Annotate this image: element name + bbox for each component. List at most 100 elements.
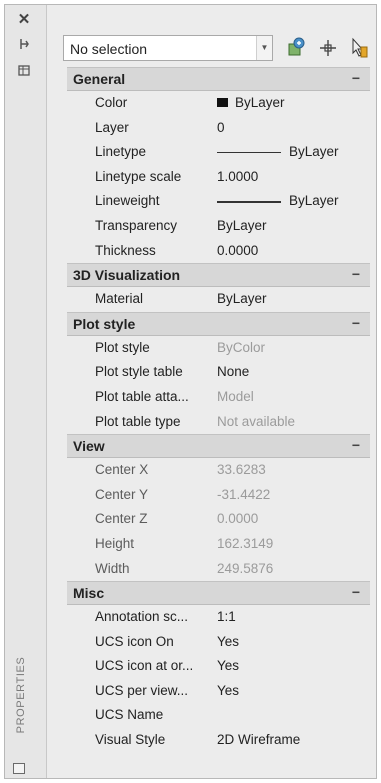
quick-select-icon[interactable]: [345, 35, 371, 61]
object-selector-dropdown[interactable]: No selection ▼: [63, 35, 273, 61]
property-value-text: None: [217, 364, 250, 380]
toggle-pickadd-icon[interactable]: [283, 35, 309, 61]
property-value[interactable]: 0.0000: [217, 507, 258, 532]
property-name: Material: [95, 291, 144, 307]
property-value-text: 162.3149: [217, 535, 274, 551]
property-value[interactable]: Yes: [217, 630, 239, 655]
property-value-text: ByLayer: [235, 95, 285, 110]
property-value[interactable]: ByLayer: [217, 189, 339, 214]
property-value[interactable]: Model: [217, 385, 254, 410]
property-row[interactable]: UCS icon at or... Yes: [67, 654, 370, 679]
property-value[interactable]: Not available: [217, 410, 295, 435]
property-name: Height: [95, 535, 135, 551]
property-name: Plot style table: [95, 364, 183, 380]
property-name: UCS Name: [95, 707, 164, 723]
property-value-text: ByLayer: [289, 193, 339, 209]
property-row[interactable]: Layer 0: [67, 115, 370, 141]
property-value-text: 1.0000: [217, 168, 259, 184]
color-swatch-icon: [217, 98, 228, 107]
close-icon[interactable]: ✕: [13, 11, 35, 29]
property-value[interactable]: ByLayer: [217, 140, 339, 165]
property-row[interactable]: Lineweight ByLayer: [67, 189, 370, 214]
property-value-text: 1:1: [217, 609, 236, 625]
property-name: UCS per view...: [95, 682, 189, 698]
property-row[interactable]: Thickness 0.0000: [67, 238, 370, 264]
section-title: Misc: [73, 585, 105, 602]
section-title: 3D Visualization: [73, 267, 181, 284]
collapse-icon[interactable]: −: [348, 585, 364, 601]
property-value[interactable]: 1:1: [217, 605, 236, 630]
property-row[interactable]: Transparency ByLayer: [67, 213, 370, 239]
property-value[interactable]: 2D Wireframe: [217, 728, 300, 753]
property-name: Width: [95, 560, 130, 576]
property-value[interactable]: 0.0000: [217, 239, 258, 264]
property-value[interactable]: 0: [217, 116, 225, 141]
property-name: Transparency: [95, 217, 178, 233]
property-value[interactable]: 249.5876: [217, 557, 273, 582]
property-row[interactable]: Linetype ByLayer: [67, 140, 370, 165]
property-name: Visual Style: [95, 732, 166, 748]
linetype-preview-icon: [217, 151, 281, 154]
auto-hide-icon[interactable]: [13, 37, 35, 55]
collapse-icon[interactable]: −: [348, 71, 364, 87]
property-row[interactable]: UCS icon On Yes: [67, 629, 370, 655]
property-row[interactable]: Plot style ByColor: [67, 335, 370, 361]
property-value[interactable]: ByLayer: [217, 91, 285, 116]
property-row[interactable]: UCS Name: [67, 703, 370, 729]
property-row[interactable]: Material ByLayer: [67, 287, 370, 312]
section-header[interactable]: Misc −: [67, 581, 370, 606]
property-name: Color: [95, 95, 128, 110]
property-value[interactable]: -31.4422: [217, 483, 270, 508]
section-header[interactable]: 3D Visualization −: [67, 263, 370, 288]
property-row[interactable]: Center Z 0.0000: [67, 507, 370, 532]
collapse-icon[interactable]: −: [348, 267, 364, 283]
property-name: Linetype: [95, 144, 147, 160]
property-row[interactable]: Center Y -31.4422: [67, 482, 370, 508]
property-name: Plot table type: [95, 413, 181, 429]
property-row[interactable]: Width 249.5876: [67, 556, 370, 582]
section-header[interactable]: General −: [67, 67, 370, 91]
property-value[interactable]: None: [217, 360, 249, 385]
property-name: Layer: [95, 119, 129, 135]
palette-customize-icon[interactable]: [13, 763, 25, 774]
select-objects-icon[interactable]: [315, 35, 341, 61]
property-value[interactable]: 1.0000: [217, 165, 258, 190]
property-value-text: ByLayer: [289, 144, 339, 160]
property-value[interactable]: Yes: [217, 654, 239, 679]
property-value[interactable]: ByColor: [217, 336, 265, 361]
property-value[interactable]: 33.6283: [217, 458, 266, 483]
properties-menu-icon[interactable]: [13, 63, 35, 81]
property-value[interactable]: ByLayer: [217, 214, 267, 239]
property-name: Linetype scale: [95, 168, 182, 184]
property-row[interactable]: Visual Style 2D Wireframe: [67, 728, 370, 753]
property-value-text: ByLayer: [217, 217, 267, 233]
property-row[interactable]: Plot table atta... Model: [67, 384, 370, 410]
property-row[interactable]: Plot table type Not available: [67, 409, 370, 435]
property-value[interactable]: Yes: [217, 679, 239, 704]
property-row[interactable]: Center X 33.6283: [67, 458, 370, 483]
property-value-text: 0.0000: [217, 511, 259, 527]
selection-toolbar: No selection ▼: [59, 29, 375, 65]
property-value-text: Yes: [217, 682, 240, 698]
property-row[interactable]: Annotation sc... 1:1: [67, 605, 370, 630]
palette-title-text: PROPERTIES: [15, 656, 27, 734]
property-value[interactable]: ByLayer: [217, 287, 267, 312]
section-header[interactable]: Plot style −: [67, 311, 370, 336]
collapse-icon[interactable]: −: [348, 438, 364, 454]
property-value-text: 0: [217, 119, 225, 135]
section-title: Plot style: [73, 315, 136, 332]
section-header[interactable]: View −: [67, 434, 370, 459]
property-row[interactable]: Linetype scale 1.0000: [67, 164, 370, 190]
property-name: Plot style: [95, 339, 150, 355]
chevron-down-icon[interactable]: ▼: [256, 36, 272, 60]
property-value[interactable]: 162.3149: [217, 532, 273, 557]
property-row[interactable]: Height 162.3149: [67, 531, 370, 557]
property-row[interactable]: Color ByLayer: [67, 91, 370, 116]
property-row[interactable]: Plot style table None: [67, 360, 370, 385]
section-title: View: [73, 438, 105, 455]
property-value-text: Yes: [217, 633, 240, 649]
collapse-icon[interactable]: −: [348, 316, 364, 332]
property-row[interactable]: UCS per view... Yes: [67, 678, 370, 704]
property-name: Center X: [95, 462, 149, 478]
palette-title-bar[interactable]: ✕ PROPERTIES: [5, 5, 47, 778]
